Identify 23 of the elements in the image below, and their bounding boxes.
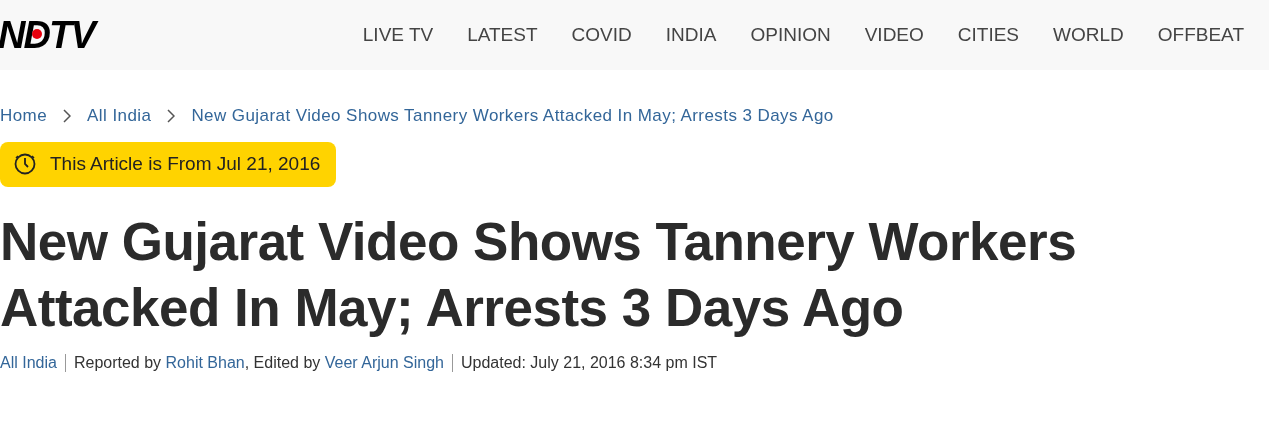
breadcrumb-link[interactable]: All India [87,103,152,129]
updated-date: Updated: July 21, 2016 8:34 pm IST [460,352,718,373]
dot-icon [32,29,42,39]
category-link[interactable]: All India [0,350,57,375]
author-link[interactable]: Rohit Bhan [165,353,245,371]
nav-link[interactable]: OPINION [750,20,831,50]
author-link[interactable]: Veer Arjun Singh [324,353,444,371]
nav-link[interactable]: COVID [571,20,632,50]
article-headline: New Gujarat Video Shows Tannery Workers Attacked In May; Arrests 3 Days Ago [0,210,1078,339]
breadcrumb-link[interactable]: Home [0,103,48,129]
chevron-right-icon [167,108,176,123]
byline: Reported by Rohit Bhan, Edited by Veer Arjun Singh [73,352,444,373]
breadcrumb-link[interactable]: New Gujarat Video Shows Tannery Workers Attacked In May; Arrests 3 Days Ago [191,103,834,129]
nav-link[interactable]: VIDEO [864,20,924,50]
nav-link[interactable]: OFFBEAT [1157,20,1244,50]
nav-link[interactable]: LIVE TV [362,20,434,50]
nav-link[interactable]: LATEST [467,20,538,50]
chevron-right-icon [63,108,72,123]
clock-icon [14,153,36,175]
archive-date-badge: This Article is From Jul 21, 2016 [0,141,337,187]
nav-link[interactable]: WORLD [1053,20,1124,50]
nav-link[interactable]: CITIES [957,20,1020,50]
nav-link[interactable]: INDIA [665,20,717,50]
